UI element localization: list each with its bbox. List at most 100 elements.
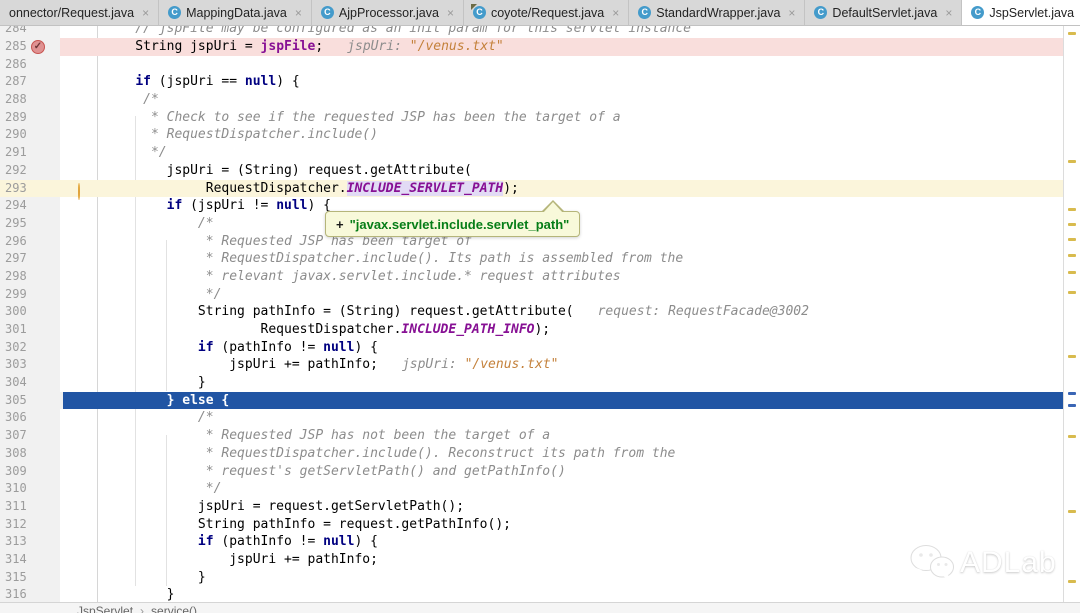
class-icon: C [638, 6, 651, 19]
code-text: } [60, 374, 206, 392]
tab-close-icon[interactable]: × [142, 6, 149, 20]
code-line-307[interactable]: 307 * Requested JSP has not been the tar… [0, 427, 1063, 445]
code-line-298[interactable]: 298 * relevant javax.servlet.include.* r… [0, 268, 1063, 286]
tab-close-icon[interactable]: × [788, 6, 795, 20]
code-line-288[interactable]: 288 /* [0, 91, 1063, 109]
code-segment: } else { [104, 393, 229, 408]
code-line-289[interactable]: 289 * Check to see if the requested JSP … [0, 109, 1063, 127]
tab-jspservlet-java[interactable]: CJspServlet.java× [962, 0, 1080, 25]
code-segment: * relevant javax.servlet.include.* reque… [104, 269, 621, 284]
line-number: 290 [0, 126, 60, 144]
stripe-mark-blue[interactable] [1068, 404, 1076, 407]
line-number: 314 [0, 551, 60, 569]
code-segment [104, 198, 167, 213]
tab-close-icon[interactable]: × [295, 6, 302, 20]
tooltip-plus-icon: + [336, 217, 344, 232]
breakpoint-verified-icon[interactable]: ✓ [31, 40, 45, 54]
stripe-mark-yellow[interactable] [1068, 238, 1076, 241]
breadcrumb-method[interactable]: service() [151, 604, 197, 613]
tooltip-arrow-icon [541, 200, 565, 212]
stripe-mark-yellow[interactable] [1068, 291, 1076, 294]
code-line-290[interactable]: 290 * RequestDispatcher.include() [0, 126, 1063, 144]
stripe-mark-yellow[interactable] [1068, 510, 1076, 513]
tab-defaultservlet-java[interactable]: CDefaultServlet.java× [805, 0, 962, 25]
line-number: 297 [0, 250, 60, 268]
code-text: /* [60, 91, 159, 109]
stripe-mark-yellow[interactable] [1068, 160, 1076, 163]
stripe-mark-yellow[interactable] [1068, 435, 1076, 438]
code-line-304[interactable]: 304 } [0, 374, 1063, 392]
code-line-306[interactable]: 306 /* [0, 409, 1063, 427]
code-segment: (jspUri != [182, 198, 276, 213]
code-text: */ [60, 480, 221, 498]
hint-value: "/venus.txt" [465, 357, 559, 372]
code-line-308[interactable]: 308 * RequestDispatcher.include(). Recon… [0, 445, 1063, 463]
line-number: 306 [0, 409, 60, 427]
code-line-299[interactable]: 299 */ [0, 286, 1063, 304]
tab-mappingdata-java[interactable]: CMappingData.java× [159, 0, 312, 25]
tab-standardwrapper-java[interactable]: C StandardWrapper.java × [629, 0, 805, 25]
line-number: 309 [0, 463, 60, 481]
code-line-284[interactable]: 284 // jspFile may be configured as an i… [0, 26, 1063, 38]
code-segment: ) { [354, 534, 377, 549]
stripe-mark-yellow[interactable] [1068, 32, 1076, 35]
breadcrumb-class[interactable]: JspServlet [77, 604, 133, 613]
stripe-mark-yellow[interactable] [1068, 271, 1076, 274]
inline-debug-hint: jspUri: "/venus.txt" [402, 357, 559, 372]
tab-onnector-request-java[interactable]: onnector/Request.java× [0, 0, 159, 25]
class-icon: C [321, 6, 334, 19]
code-line-287[interactable]: 287 if (jspUri == null) { [0, 73, 1063, 91]
line-number: 310 [0, 480, 60, 498]
tab-coyote-request-java[interactable]: Ccoyote/Request.java× [464, 0, 629, 25]
code-segment: } [104, 375, 206, 390]
stripe-mark-yellow[interactable] [1068, 254, 1076, 257]
stripe-mark-yellow[interactable] [1068, 580, 1076, 583]
tab-close-icon[interactable]: × [945, 6, 952, 20]
code-line-316[interactable]: 316 } [0, 586, 1063, 602]
tab-close-icon[interactable]: × [612, 6, 619, 20]
code-line-286[interactable]: 286 [0, 56, 1063, 74]
code-line-314[interactable]: 314 jspUri += pathInfo; [0, 551, 1063, 569]
code-line-291[interactable]: 291 */ [0, 144, 1063, 162]
tab-label: StandardWrapper.java [656, 6, 780, 20]
code-line-292[interactable]: 292 jspUri = (String) request.getAttribu… [0, 162, 1063, 180]
tab-close-icon[interactable]: × [447, 6, 454, 20]
code-line-312[interactable]: 312 String pathInfo = request.getPathInf… [0, 516, 1063, 534]
code-line-301[interactable]: 301 RequestDispatcher.INCLUDE_PATH_INFO)… [0, 321, 1063, 339]
code-line-285[interactable]: 285 String jspUri = jspFile;jspUri: "/ve… [0, 38, 1063, 56]
code-line-309[interactable]: 309 * request's getServletPath() and get… [0, 463, 1063, 481]
stripe-mark-yellow[interactable] [1068, 208, 1076, 211]
tab-ajpprocessor-java[interactable]: C AjpProcessor.java × [312, 0, 464, 25]
line-number: 288 [0, 91, 60, 109]
code-line-303[interactable]: 303 jspUri += pathInfo;jspUri: "/venus.t… [0, 356, 1063, 374]
code-line-302[interactable]: 302 if (pathInfo != null) { [0, 339, 1063, 357]
code-line-311[interactable]: 311 jspUri = request.getServletPath(); [0, 498, 1063, 516]
intention-bulb-icon[interactable] [78, 183, 89, 196]
stripe-mark-yellow[interactable] [1068, 223, 1076, 226]
debugger-value-tooltip[interactable]: + "javax.servlet.include.servlet_path" [325, 211, 580, 237]
code-segment: ); [534, 322, 550, 337]
code-text: if (jspUri == null) { [60, 73, 300, 91]
stripe-mark-yellow[interactable] [1068, 355, 1076, 358]
code-segment: if [198, 534, 214, 549]
class-icon: C [473, 6, 486, 19]
code-line-310[interactable]: 310 */ [0, 480, 1063, 498]
tab-label: AjpProcessor.java [339, 6, 439, 20]
code-line-300[interactable]: 300 String pathInfo = (String) request.g… [0, 303, 1063, 321]
error-stripe[interactable] [1063, 26, 1080, 602]
code-line-315[interactable]: 315 } [0, 569, 1063, 587]
code-text: if (pathInfo != null) { [60, 339, 378, 357]
code-text: * RequestDispatcher.include(). Reconstru… [60, 445, 675, 463]
code-line-297[interactable]: 297 * RequestDispatcher.include(). Its p… [0, 250, 1063, 268]
code-editor[interactable]: 284 // jspFile may be configured as an i… [0, 26, 1063, 602]
breadcrumb[interactable]: JspServlet›service() [0, 602, 1080, 613]
code-segment: jspUri += pathInfo; [104, 552, 378, 567]
code-text: * relevant javax.servlet.include.* reque… [60, 268, 621, 286]
code-line-305[interactable]: 305 } else { [0, 392, 1063, 410]
line-number: 302 [0, 339, 60, 357]
code-line-293[interactable]: 293 RequestDispatcher.INCLUDE_SERVLET_PA… [0, 180, 1063, 198]
code-text: jspUri += pathInfo; [60, 551, 378, 569]
code-line-313[interactable]: 313 if (pathInfo != null) { [0, 533, 1063, 551]
stripe-mark-blue[interactable] [1068, 392, 1076, 395]
code-text: String jspUri = jspFile;jspUri: "/venus.… [60, 38, 504, 56]
